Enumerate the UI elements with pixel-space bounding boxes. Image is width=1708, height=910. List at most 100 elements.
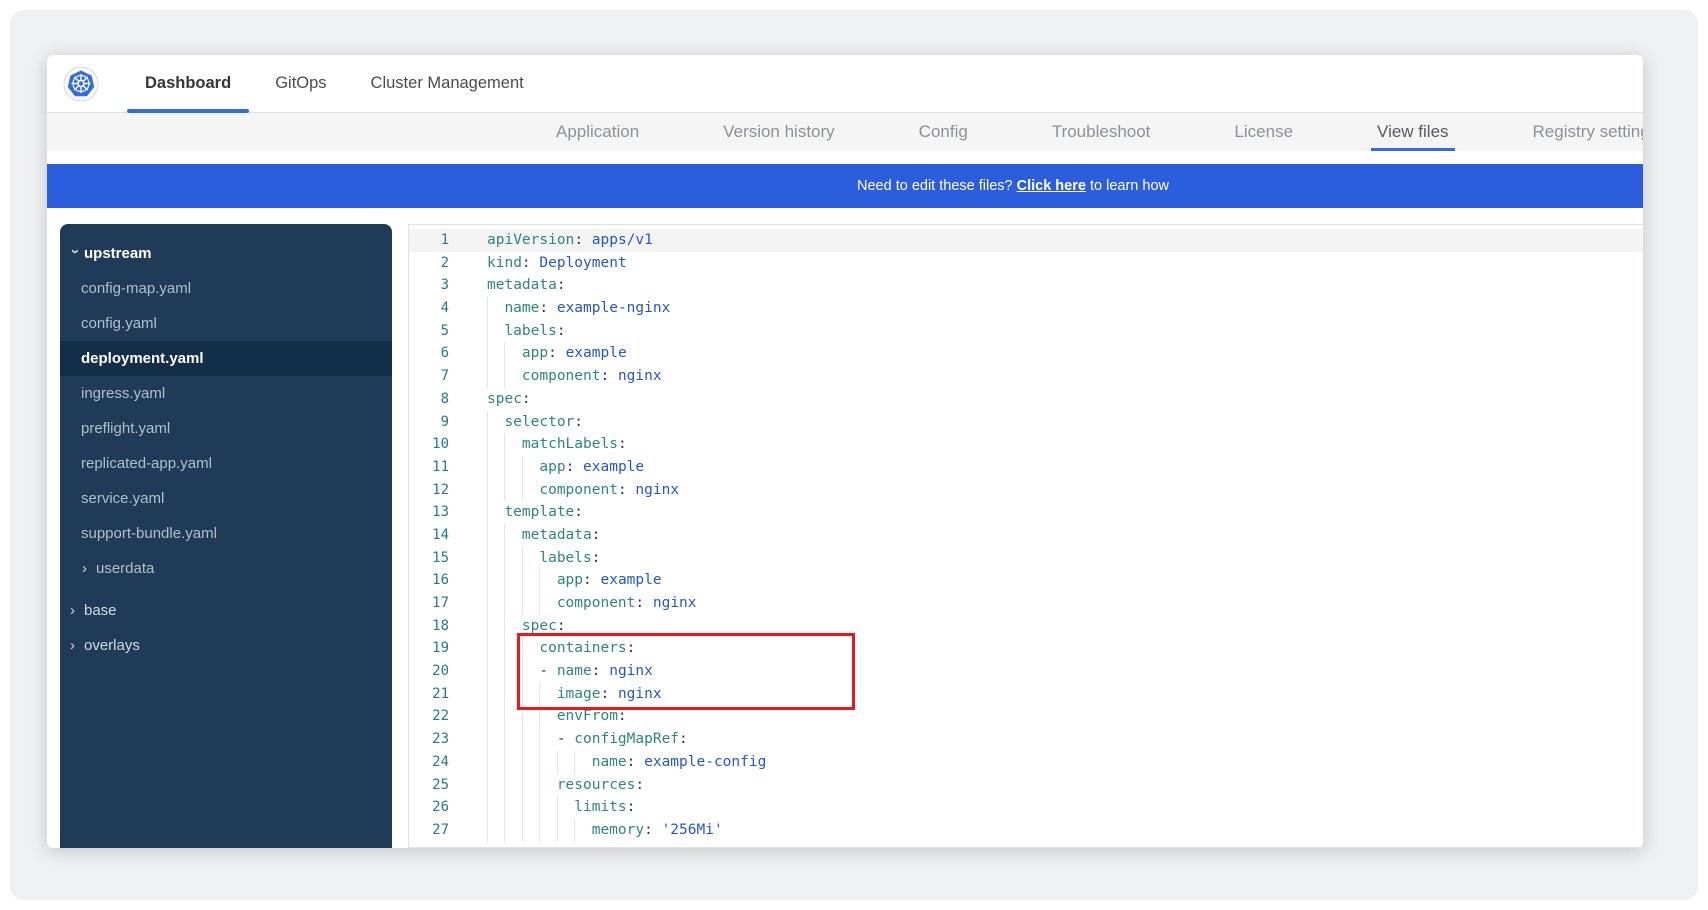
main-content: ›upstreamconfig-map.yamlconfig.yamldeplo… [47,224,1643,848]
line-number: 27 [409,819,449,842]
indent-guide [504,774,521,797]
subnav-tab-application[interactable]: Application [556,113,639,151]
line-content: spec: [487,388,531,411]
subnav-tab-troubleshoot[interactable]: Troubleshoot [1052,113,1151,151]
subnav-tab-version-history[interactable]: Version history [723,113,835,151]
tree-item-label: support-bundle.yaml [81,525,217,542]
tree-item-support-bundle-yaml[interactable]: support-bundle.yaml [60,516,392,551]
indent-guide [504,615,521,638]
code-line-5: 5labels: [409,320,1643,343]
indent-guide [504,569,521,592]
indent-guide [487,819,504,842]
indent-guide [487,592,504,615]
tree-item-overlays[interactable]: ›overlays [60,628,392,663]
indent-guide [522,547,539,570]
indent-guide [522,479,539,502]
line-content: name: example-nginx [487,297,670,320]
indent-guide [487,433,504,456]
subnav-tab-registry-settings[interactable]: Registry settings [1533,113,1643,151]
line-content: containers: [487,637,635,660]
indent-guide [539,774,556,797]
indent-guide [487,728,504,751]
indent-guide [504,592,521,615]
line-content: component: nginx [487,479,679,502]
line-content: envFrom: [487,705,627,728]
indent-guide [522,774,539,797]
code-line-1: 1apiVersion: apps/v1 [409,229,1643,252]
header-tab-dashboard[interactable]: Dashboard [127,55,249,112]
subnav-tab-view-files[interactable]: View files [1377,113,1449,151]
line-number: 24 [409,751,449,774]
tree-item-config-yaml[interactable]: config.yaml [60,306,392,341]
banner-text-before: Need to edit these files? [857,178,1017,194]
code-line-26: 26limits: [409,796,1643,819]
indent-guide [539,592,556,615]
tree-item-label: base [84,602,117,619]
code-line-14: 14metadata: [409,524,1643,547]
indent-guide [539,705,556,728]
file-tree-sidebar: ›upstreamconfig-map.yamlconfig.yamldeplo… [60,224,392,848]
kubernetes-logo-icon [63,66,99,102]
subnav-tab-config[interactable]: Config [919,113,968,151]
line-number: 3 [409,274,449,297]
tree-item-userdata[interactable]: ›userdata [60,551,392,586]
line-number: 25 [409,774,449,797]
indent-guide [487,547,504,570]
line-number: 16 [409,569,449,592]
code-line-24: 24name: example-config [409,751,1643,774]
line-content: template: [487,501,583,524]
subnav-tab-license[interactable]: License [1234,113,1293,151]
indent-guide [522,751,539,774]
line-number: 14 [409,524,449,547]
code-line-21: 21image: nginx [409,683,1643,706]
code-line-16: 16app: example [409,569,1643,592]
indent-guide [487,411,504,434]
code-line-7: 7component: nginx [409,365,1643,388]
line-number: 21 [409,683,449,706]
indent-guide [539,569,556,592]
header-tab-gitops[interactable]: GitOps [257,55,344,112]
indent-guide [504,751,521,774]
yaml-code-editor[interactable]: 1apiVersion: apps/v12kind: Deployment3me… [408,224,1643,848]
tree-item-label: service.yaml [81,490,164,507]
indent-guide [504,342,521,365]
line-number: 9 [409,411,449,434]
indent-guide [487,342,504,365]
indent-guide [487,774,504,797]
tree-item-label: replicated-app.yaml [81,455,212,472]
line-content: - name: nginx [487,660,653,683]
code-line-23: 23- configMapRef: [409,728,1643,751]
tree-item-preflight-yaml[interactable]: preflight.yaml [60,411,392,446]
banner-click-here-link[interactable]: Click here [1017,178,1086,194]
tree-item-config-map-yaml[interactable]: config-map.yaml [60,271,392,306]
tree-item-upstream[interactable]: ›upstream [60,236,392,271]
tree-item-deployment-yaml[interactable]: deployment.yaml [60,341,392,376]
tree-item-service-yaml[interactable]: service.yaml [60,481,392,516]
tree-item-ingress-yaml[interactable]: ingress.yaml [60,376,392,411]
subnav-spacer [47,151,1643,164]
line-content: app: example [487,456,644,479]
header-tab-cluster-management[interactable]: Cluster Management [353,55,542,112]
tree-item-replicated-app-yaml[interactable]: replicated-app.yaml [60,446,392,481]
line-number: 13 [409,501,449,524]
line-content: matchLabels: [487,433,627,456]
line-number: 23 [409,728,449,751]
line-number: 4 [409,297,449,320]
line-content: spec: [487,615,566,638]
line-number: 1 [409,229,449,252]
indent-guide [487,524,504,547]
indent-guide [487,569,504,592]
indent-guide [522,637,539,660]
tree-item-base[interactable]: ›base [60,593,392,628]
code-line-6: 6app: example [409,342,1643,365]
line-content: labels: [487,320,566,343]
chevron-right-icon: › [70,603,81,618]
code-line-25: 25resources: [409,774,1643,797]
indent-guide [522,728,539,751]
code-line-12: 12component: nginx [409,479,1643,502]
indent-guide [487,705,504,728]
indent-guide [504,547,521,570]
indent-guide [487,297,504,320]
code-line-18: 18spec: [409,615,1643,638]
indent-guide [487,796,504,819]
